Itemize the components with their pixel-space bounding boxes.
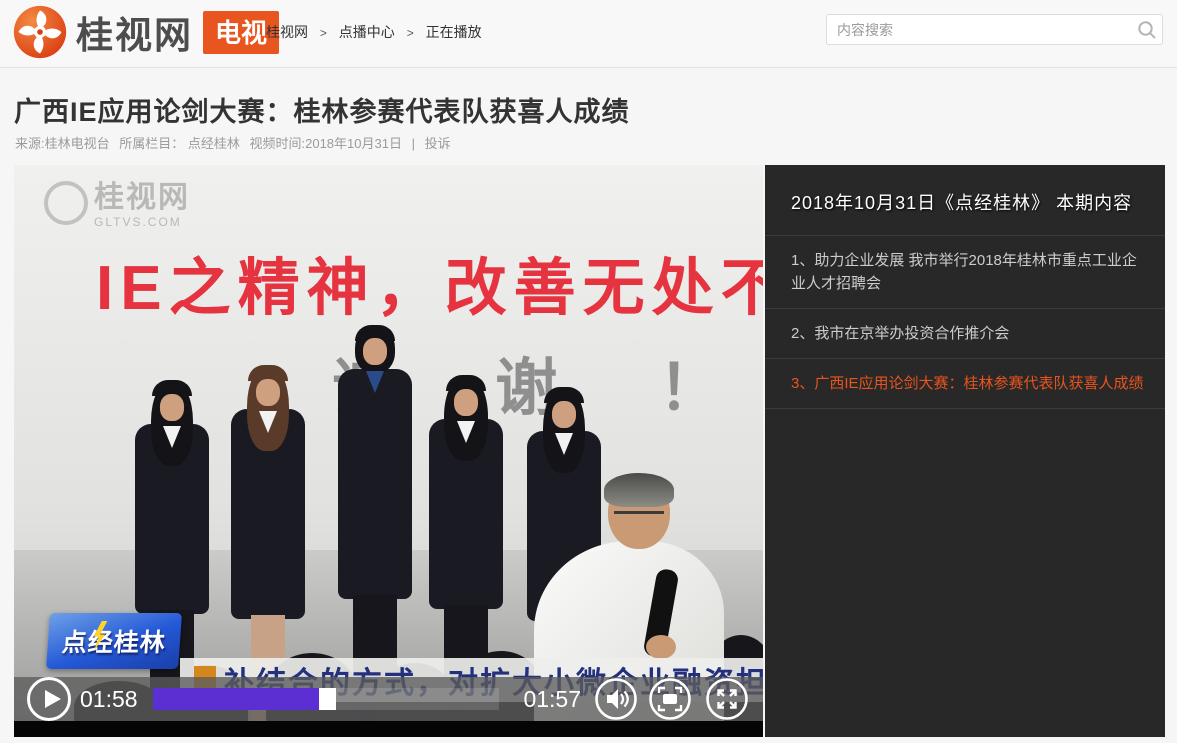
player-controls: 01:58 01:57	[14, 677, 763, 721]
video-frame[interactable]: 桂视网 GLTVS.COM IE之精神，改善无处不 谢 谢 ！	[14, 165, 763, 721]
theater-mode-icon	[648, 677, 692, 721]
progress-bar[interactable]	[153, 688, 499, 710]
duration-time: 01:57	[517, 686, 581, 713]
fullscreen-button[interactable]	[705, 677, 749, 721]
sidebar-title: 2018年10月31日《点经桂林》 本期内容	[765, 165, 1165, 236]
video-meta: 来源:桂林电视台 所属栏目： 点经桂林 视频时间:2018年10月31日 | 投…	[15, 133, 457, 152]
play-icon	[45, 690, 61, 708]
breadcrumb: 桂视网 > 点播中心 > 正在播放	[266, 22, 482, 42]
video-watermark: 桂视网 GLTVS.COM	[44, 181, 190, 229]
current-time: 01:58	[80, 686, 138, 713]
breadcrumb-separator: >	[407, 26, 414, 40]
breadcrumb-vod-center[interactable]: 点播中心	[339, 24, 395, 40]
site-header: 桂视网 电视 桂视网 > 点播中心 > 正在播放	[0, 0, 1177, 68]
play-button[interactable]	[27, 677, 71, 721]
site-logo[interactable]: 桂视网 电视	[12, 4, 279, 60]
episode-list: 1、助力企业发展 我市举行2018年桂林市重点工业企业人才招聘会 2、我市在京举…	[765, 236, 1165, 409]
episode-item-3-active[interactable]: 3、广西IE应用论剑大赛：桂林参赛代表队获喜人成绩	[765, 359, 1165, 409]
volume-icon	[594, 677, 638, 721]
breadcrumb-now-playing: 正在播放	[426, 24, 482, 40]
search-input[interactable]	[827, 22, 1132, 38]
fullscreen-icon	[705, 677, 749, 721]
search-box	[826, 14, 1163, 45]
watermark-domain: GLTVS.COM	[94, 215, 190, 229]
video-player: 桂视网 GLTVS.COM IE之精神，改善无处不 谢 谢 ！	[14, 165, 763, 737]
meta-source: 来源:桂林电视台	[15, 136, 110, 151]
watermark-logo-icon	[44, 181, 88, 225]
screen-slogan-text: IE之精神，改善无处不	[96, 237, 763, 327]
site-logo-icon	[12, 4, 68, 60]
meta-separator: |	[412, 136, 415, 151]
watermark-name: 桂视网	[94, 181, 190, 215]
breadcrumb-home[interactable]: 桂视网	[266, 24, 308, 40]
episode-item-2[interactable]: 2、我市在京举办投资合作推介会	[765, 309, 1165, 359]
program-logo-text: 点经桂林	[61, 623, 168, 659]
program-logo: 点经桂林	[46, 613, 182, 669]
player-bottom-strip	[14, 721, 763, 737]
site-name: 桂视网	[76, 5, 193, 59]
episode-sidebar: 2018年10月31日《点经桂林》 本期内容 1、助力企业发展 我市举行2018…	[765, 165, 1165, 737]
progress-fill	[153, 688, 319, 710]
page-title: 广西IE应用论剑大赛：桂林参赛代表队获喜人成绩	[14, 90, 630, 129]
theater-mode-button[interactable]	[648, 677, 692, 721]
breadcrumb-separator: >	[320, 26, 327, 40]
episode-item-1[interactable]: 1、助力企业发展 我市举行2018年桂林市重点工业企业人才招聘会	[765, 236, 1165, 309]
search-icon[interactable]	[1132, 20, 1162, 40]
meta-time: 视频时间:2018年10月31日	[250, 136, 402, 151]
report-link[interactable]: 投诉	[425, 136, 451, 151]
progress-thumb[interactable]	[319, 688, 336, 710]
meta-category: 所属栏目： 点经桂林	[119, 136, 240, 151]
volume-button[interactable]	[594, 677, 638, 721]
